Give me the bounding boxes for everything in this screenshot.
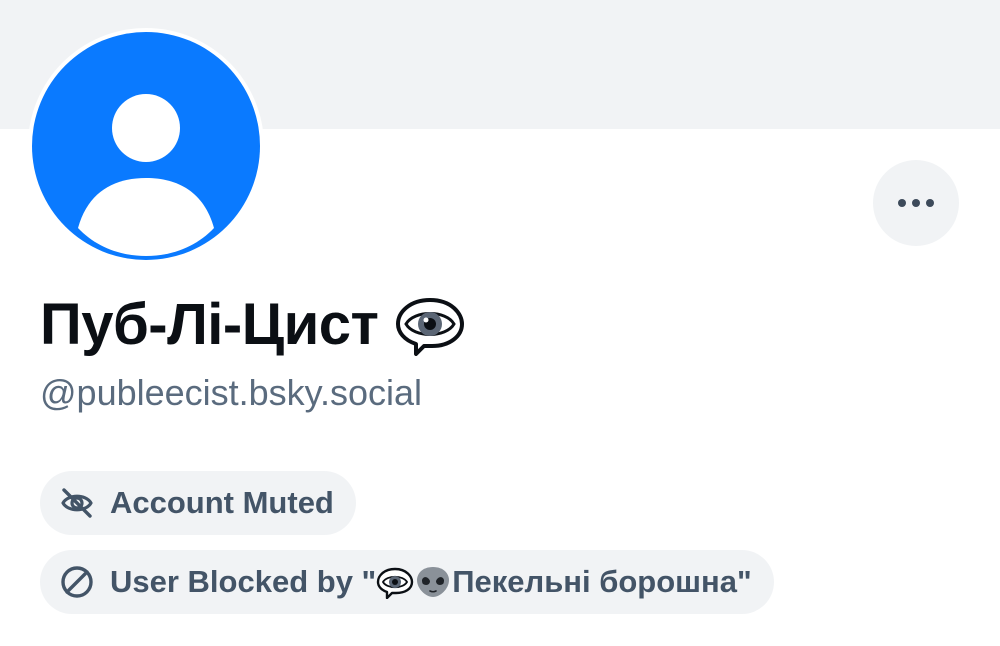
- profile-display-name: Пуб-Лі-Цист: [40, 284, 466, 364]
- eye-in-speech-bubble-icon: [394, 292, 466, 356]
- block-circle-icon: [58, 563, 96, 601]
- alien-icon: [414, 565, 452, 599]
- user-blocked-label: User Blocked by " Пекельні борошна ": [110, 564, 752, 600]
- blocking-list-name: Пекельні борошна: [452, 564, 737, 599]
- eye-in-speech-bubble-icon: [376, 565, 414, 599]
- ellipsis-icon: [898, 199, 934, 207]
- default-user-avatar-icon: [32, 32, 260, 260]
- account-muted-badge[interactable]: Account Muted: [40, 471, 356, 535]
- more-options-button[interactable]: [873, 160, 959, 246]
- display-name-text: Пуб-Лі-Цист: [40, 291, 379, 357]
- profile-handle[interactable]: @publeecist.bsky.social: [40, 372, 422, 414]
- profile-screen: Пуб-Лі-Цист @publeecist.bsky.social Acco…: [0, 0, 1000, 646]
- account-muted-label: Account Muted: [110, 485, 334, 520]
- user-blocked-badge[interactable]: User Blocked by " Пекельні борошна ": [40, 550, 774, 614]
- avatar[interactable]: [28, 28, 264, 264]
- blocked-label-suffix: ": [737, 564, 752, 599]
- blocked-label-prefix: User Blocked by ": [110, 564, 377, 599]
- eye-slash-icon: [58, 484, 96, 522]
